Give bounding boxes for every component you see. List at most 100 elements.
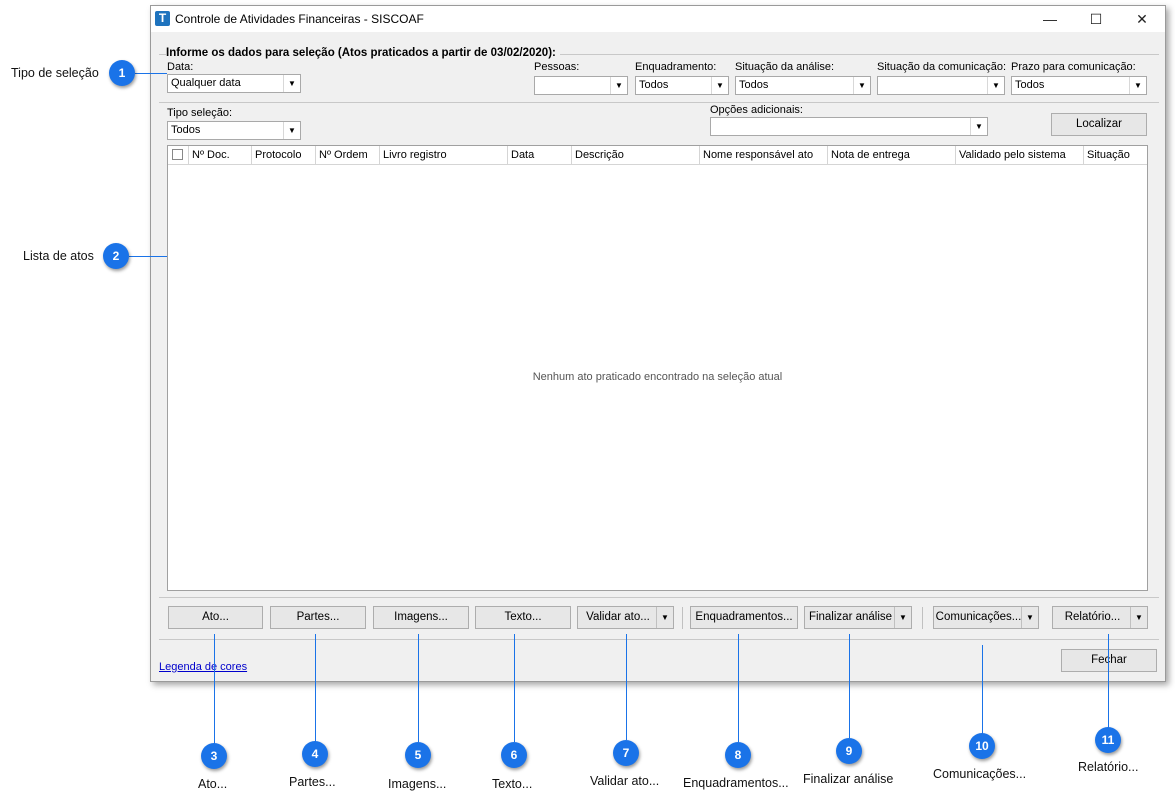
texto-button-label: Texto... <box>504 611 542 623</box>
legenda-de-cores-link[interactable]: Legenda de cores <box>159 661 247 673</box>
callout-badge-7: 7 <box>613 740 639 766</box>
opcoes-combo[interactable]: ▼ <box>710 117 988 136</box>
selection-group-title: Informe os dados para seleção (Atos prat… <box>166 47 560 59</box>
texto-button[interactable]: Texto... <box>475 606 571 629</box>
ato-button[interactable]: Ato... <box>168 606 263 629</box>
chevron-down-icon[interactable]: ▼ <box>970 118 987 135</box>
callout-badge-4: 4 <box>302 741 328 767</box>
callout-text-comunicacoes: Comunicações... <box>933 767 1027 781</box>
title-bar[interactable]: T Controle de Atividades Financeiras - S… <box>151 6 1165 32</box>
localizar-button[interactable]: Localizar <box>1051 113 1147 136</box>
callout-text-lista-atos: Lista de atos <box>23 249 94 263</box>
chevron-down-icon[interactable]: ▼ <box>987 77 1004 94</box>
callout-text-tipo-selecao: Tipo de seleção <box>11 66 99 80</box>
acts-grid[interactable]: Nº Doc. Protocolo Nº Ordem Livro registr… <box>167 145 1148 591</box>
validar-ato-split-button[interactable]: Validar ato... ▼ <box>577 606 674 629</box>
toolbar-separator <box>682 607 683 629</box>
data-combo-value: Qualquer data <box>171 77 241 89</box>
situacao-analise-label: Situação da análise: <box>735 61 835 73</box>
callout-line <box>514 634 515 742</box>
callout-text-partes: Partes... <box>289 775 336 789</box>
enquadramento-label: Enquadramento: <box>635 61 717 73</box>
enquadramento-combo-value: Todos <box>639 79 669 91</box>
enquadramentos-button-label: Enquadramentos... <box>695 611 793 623</box>
callout-text-validar-ato: Validar ato... <box>590 774 660 788</box>
column-header[interactable]: Protocolo <box>252 146 316 164</box>
close-button[interactable]: ✕ <box>1119 6 1165 32</box>
data-label: Data: <box>167 61 194 73</box>
column-header[interactable]: Nome responsável ato <box>700 146 828 164</box>
column-header[interactable]: Situação <box>1084 146 1147 164</box>
comunicacoes-split-button[interactable]: Comunicações... ▼ <box>933 606 1039 629</box>
validar-ato-button[interactable]: Validar ato... <box>578 607 658 628</box>
partes-button-label: Partes... <box>296 611 340 623</box>
chevron-down-icon[interactable]: ▼ <box>1130 607 1147 628</box>
callout-text-finalizar-analise: Finalizar análise <box>803 772 894 786</box>
column-header[interactable]: Nota de entrega <box>828 146 956 164</box>
column-header[interactable]: Nº Doc. <box>189 146 252 164</box>
callout-text-enquadramentos: Enquadramentos... <box>683 776 789 790</box>
minimize-button[interactable]: — <box>1027 6 1073 32</box>
chevron-down-icon[interactable]: ▼ <box>1021 607 1038 628</box>
situacao-comunicacao-combo[interactable]: ▼ <box>877 76 1005 95</box>
column-header[interactable]: Descrição <box>572 146 700 164</box>
column-header[interactable]: Data <box>508 146 572 164</box>
callout-line <box>315 634 316 742</box>
imagens-button[interactable]: Imagens... <box>373 606 469 629</box>
chevron-down-icon[interactable]: ▼ <box>853 77 870 94</box>
comunicacoes-button[interactable]: Comunicações... <box>934 607 1023 628</box>
fechar-button[interactable]: Fechar <box>1061 649 1157 672</box>
maximize-button[interactable]: ☐ <box>1073 6 1119 32</box>
pessoas-combo[interactable]: ▼ <box>534 76 628 95</box>
relatorio-split-button[interactable]: Relatório... ▼ <box>1052 606 1148 629</box>
column-header[interactable]: Nº Ordem <box>316 146 380 164</box>
finalizar-analise-button[interactable]: Finalizar análise <box>805 607 896 628</box>
column-header[interactable]: Validado pelo sistema <box>956 146 1084 164</box>
pessoas-label: Pessoas: <box>534 61 580 73</box>
prazo-combo[interactable]: Todos ▼ <box>1011 76 1147 95</box>
callout-badge-1: 1 <box>109 60 135 86</box>
divider <box>159 597 1159 598</box>
callout-line <box>214 634 215 744</box>
tipo-selecao-label: Tipo seleção: <box>167 107 233 119</box>
callout-text-texto: Texto... <box>492 777 533 791</box>
situacao-analise-combo-value: Todos <box>739 79 769 91</box>
divider <box>159 639 1159 640</box>
callout-text-ato: Ato... <box>198 777 228 791</box>
prazo-label: Prazo para comunicação: <box>1011 61 1136 73</box>
finalizar-analise-split-button[interactable]: Finalizar análise ▼ <box>804 606 912 629</box>
select-all-checkbox[interactable] <box>172 149 183 160</box>
select-all-column <box>168 146 189 164</box>
enquadramento-combo[interactable]: Todos ▼ <box>635 76 729 95</box>
callout-badge-9: 9 <box>836 738 862 764</box>
callout-line <box>418 634 419 742</box>
chevron-down-icon[interactable]: ▼ <box>1129 77 1146 94</box>
chevron-down-icon[interactable]: ▼ <box>283 75 300 92</box>
window-title: Controle de Atividades Financeiras - SIS… <box>175 12 424 26</box>
callout-line <box>129 256 167 257</box>
toolbar-separator <box>922 607 923 629</box>
callout-badge-2: 2 <box>103 243 129 269</box>
prazo-combo-value: Todos <box>1015 79 1045 91</box>
callout-badge-3: 3 <box>201 743 227 769</box>
column-header[interactable]: Livro registro <box>380 146 508 164</box>
chevron-down-icon[interactable]: ▼ <box>894 607 911 628</box>
empty-grid-message: Nenhum ato praticado encontrado na seleç… <box>532 371 783 383</box>
callout-line <box>982 645 983 734</box>
callout-badge-5: 5 <box>405 742 431 768</box>
callout-badge-10: 10 <box>969 733 995 759</box>
situacao-analise-combo[interactable]: Todos ▼ <box>735 76 871 95</box>
chevron-down-icon[interactable]: ▼ <box>656 607 673 628</box>
data-combo[interactable]: Qualquer data ▼ <box>167 74 301 93</box>
callout-badge-8: 8 <box>725 742 751 768</box>
relatorio-button[interactable]: Relatório... <box>1053 607 1132 628</box>
callout-text-relatorio: Relatório... <box>1078 760 1139 774</box>
callout-text-imagens: Imagens... <box>388 777 447 791</box>
partes-button[interactable]: Partes... <box>270 606 366 629</box>
enquadramentos-button[interactable]: Enquadramentos... <box>690 606 798 629</box>
tipo-selecao-combo[interactable]: Todos ▼ <box>167 121 301 140</box>
chevron-down-icon[interactable]: ▼ <box>610 77 627 94</box>
localizar-label: Localizar <box>1075 118 1123 130</box>
chevron-down-icon[interactable]: ▼ <box>711 77 728 94</box>
chevron-down-icon[interactable]: ▼ <box>283 122 300 139</box>
